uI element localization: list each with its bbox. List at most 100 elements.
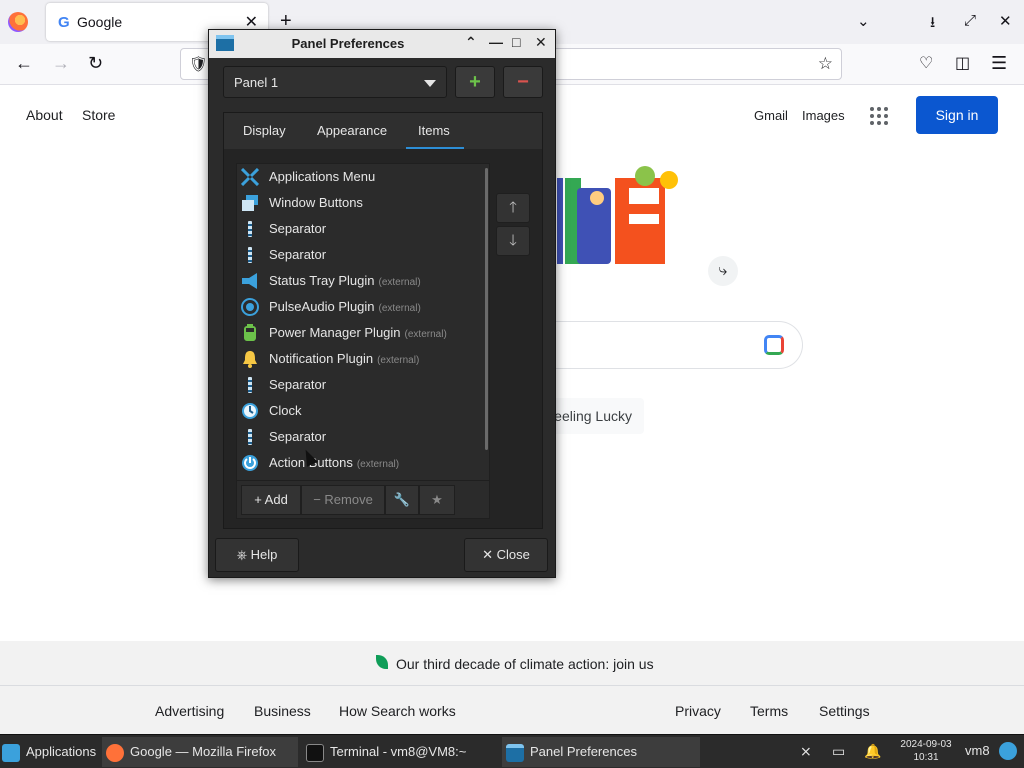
list-item[interactable]: Separator	[237, 216, 481, 242]
menu-icon[interactable]: ☰	[991, 53, 1007, 74]
images-link[interactable]: Images	[802, 108, 845, 123]
about-link[interactable]: About	[26, 107, 63, 123]
leaf-icon	[376, 655, 388, 669]
download-icon[interactable]: ⭳	[930, 12, 935, 37]
star-icon[interactable]: ☆	[818, 54, 833, 74]
help-icon: ⎈	[236, 547, 248, 562]
shade-icon[interactable]: ⌃	[465, 34, 477, 51]
store-link[interactable]: Store	[82, 107, 115, 123]
remove-item-button[interactable]: − Remove	[301, 485, 385, 515]
status-tray-icon	[242, 273, 257, 289]
separator-icon	[241, 376, 259, 394]
shield-icon[interactable]: 🛡	[189, 55, 208, 73]
help-button[interactable]: ⎈ Help	[215, 538, 299, 572]
user-name[interactable]: vm8	[965, 743, 990, 758]
applications-menu-button[interactable]: Applications ⠿	[2, 737, 98, 767]
extensions-icon[interactable]: ◫	[955, 53, 970, 73]
notification-icon[interactable]: 🔔	[864, 743, 881, 760]
list-item[interactable]: Status Tray Plugin (external)	[237, 268, 481, 294]
move-down-button[interactable]: 🡓	[496, 226, 530, 256]
maximize-icon[interactable]: □	[512, 34, 520, 50]
gmail-link[interactable]: Gmail	[754, 108, 788, 123]
wrench-icon[interactable]: 🔧	[385, 485, 419, 515]
list-item[interactable]: Window Buttons	[237, 190, 481, 216]
list-item[interactable]: Notification Plugin (external)	[237, 346, 481, 372]
list-scrollbar[interactable]	[485, 168, 488, 450]
clock[interactable]: 2024-09-03 10:31	[896, 738, 956, 764]
list-item[interactable]: Separator	[237, 242, 481, 268]
list-item-label: PulseAudio Plugin (external)	[269, 299, 421, 314]
list-item[interactable]: Separator	[237, 424, 481, 450]
pocket-icon[interactable]: ♡	[919, 53, 933, 73]
dialog-titlebar[interactable]: Panel Preferences ⌃ — □ ✕	[209, 30, 555, 58]
applications-menu-icon	[2, 743, 20, 762]
list-item[interactable]: PulseAudio Plugin (external)	[237, 294, 481, 320]
panel-select[interactable]: Panel 1	[223, 66, 447, 98]
list-item[interactable]: Action Buttons (external)	[237, 450, 481, 476]
remove-panel-button[interactable]: −	[503, 66, 543, 98]
back-icon[interactable]: ←	[15, 53, 33, 74]
terminal-icon	[306, 743, 324, 762]
privacy-link[interactable]: Privacy	[675, 703, 721, 719]
close-window-icon[interactable]: ✕	[535, 34, 547, 51]
minimize-icon[interactable]: —	[489, 34, 503, 50]
list-tabs-icon[interactable]: ⌄	[857, 12, 870, 30]
list-item-label: Notification Plugin (external)	[269, 351, 420, 366]
google-lens-icon[interactable]	[764, 335, 784, 355]
list-item-label: Action Buttons (external)	[269, 455, 400, 470]
how-search-works-link[interactable]: How Search works	[339, 703, 456, 719]
separator-icon	[241, 220, 259, 238]
tab-display[interactable]: Display	[243, 123, 286, 138]
close-icon[interactable]: ✕	[999, 12, 1012, 30]
close-button[interactable]: ✕ Close	[464, 538, 548, 572]
help-label: Help	[250, 547, 278, 562]
add-item-button[interactable]: + Add	[241, 485, 301, 515]
terms-link[interactable]: Terms	[750, 703, 788, 719]
list-item-label: Separator	[269, 377, 327, 392]
google-apps-icon[interactable]	[870, 107, 888, 125]
list-item-label: Window Buttons	[269, 195, 363, 210]
sign-in-button[interactable]: Sign in	[916, 96, 998, 134]
tab-items[interactable]: Items	[418, 123, 450, 138]
items-toolbar: + Add − Remove 🔧 ★	[236, 481, 490, 519]
advertising-link[interactable]: Advertising	[155, 703, 224, 719]
settings-link[interactable]: Settings	[819, 703, 870, 719]
firefox-logo[interactable]	[8, 12, 28, 32]
items-list[interactable]: Applications Menu Window Buttons Separat…	[236, 163, 490, 481]
google-favicon-icon: G	[58, 14, 70, 31]
share-icon[interactable]: ⤷	[708, 256, 738, 286]
list-item-label: Separator	[269, 221, 327, 236]
add-panel-button[interactable]: +	[455, 66, 495, 98]
applications-menu-icon	[241, 168, 259, 186]
pulseaudio-icon	[241, 298, 259, 316]
reload-icon[interactable]: ↻	[88, 53, 103, 74]
battery-icon[interactable]: ▭	[832, 743, 845, 760]
list-item[interactable]: Power Manager Plugin (external)	[237, 320, 481, 346]
taskbar: Applications ⠿ Google — Mozilla Firefox …	[0, 734, 1024, 768]
task-terminal[interactable]: Terminal - vm8@VM8:~	[302, 737, 498, 767]
notebook-tabs: Display Appearance Items	[224, 113, 542, 149]
google-doodle[interactable]	[557, 158, 687, 266]
firefox-icon	[106, 743, 124, 762]
list-item[interactable]: Clock	[237, 398, 481, 424]
list-item[interactable]: Applications Menu	[237, 164, 481, 190]
active-tab-indicator	[406, 147, 464, 149]
action-buttons-icon[interactable]	[999, 742, 1017, 760]
forward-icon[interactable]: →	[52, 53, 70, 74]
move-up-button[interactable]: 🡑	[496, 193, 530, 223]
business-link[interactable]: Business	[254, 703, 311, 719]
notification-bell-icon	[243, 351, 257, 368]
task-panel-preferences[interactable]: Panel Preferences	[502, 737, 700, 767]
task-firefox[interactable]: Google — Mozilla Firefox	[102, 737, 298, 767]
tab-appearance[interactable]: Appearance	[317, 123, 387, 138]
list-item[interactable]: Separator	[237, 372, 481, 398]
action-buttons-icon	[242, 455, 258, 471]
tab-title: Google	[77, 14, 123, 30]
power-manager-icon	[244, 324, 256, 341]
restore-icon[interactable]: ⤢	[964, 12, 976, 29]
separator-icon	[241, 246, 259, 264]
star-item-icon[interactable]: ★	[419, 485, 455, 515]
climate-link[interactable]: Our third decade of climate action: join…	[396, 656, 654, 672]
google-footer: Advertising Business How Search works Pr…	[0, 686, 1024, 734]
network-disconnected-icon[interactable]: ⨯	[800, 743, 812, 760]
